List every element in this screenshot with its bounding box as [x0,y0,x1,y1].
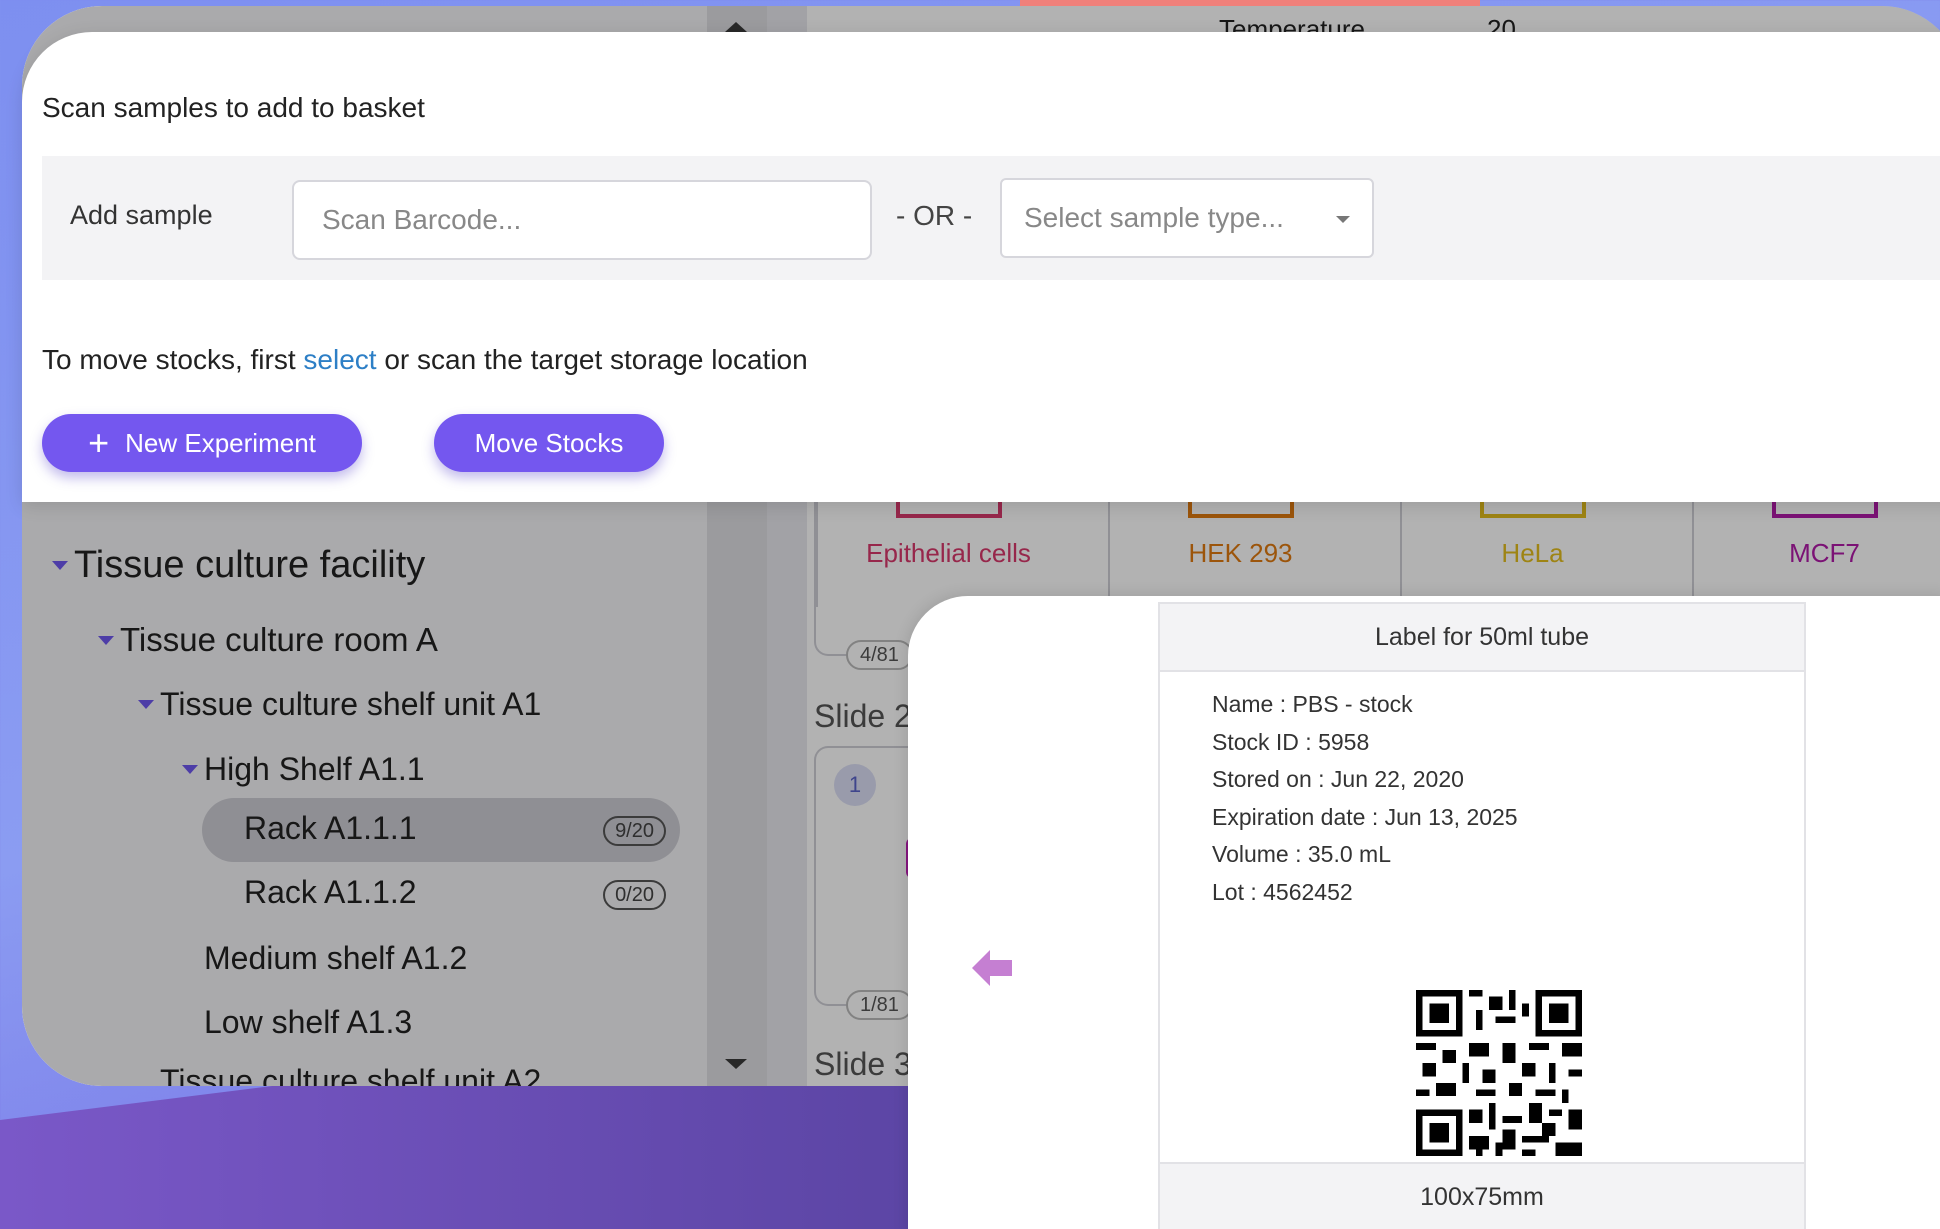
label-card: Label for 50ml tube Name : PBS - stock S… [1158,602,1806,1229]
plus-icon: + [88,422,110,463]
button-label: Move Stocks [474,427,624,458]
label-field-expiration: Expiration date : Jun 13, 2025 [1212,803,1518,830]
label-field-name: Name : PBS - stock [1212,691,1413,717]
label-preview-panel: Label for 50ml tube Name : PBS - stock S… [908,596,1940,1229]
button-label: New Experiment [125,427,316,458]
label-field-lot: Lot : 4562452 [1212,878,1353,905]
move-stocks-button[interactable]: Move Stocks [434,414,664,472]
scan-heading: Scan samples to add to basket [42,92,425,123]
add-sample-row: Add sample - OR - Select sample type... [42,156,1940,280]
label-field-volume: Volume : 35.0 mL [1212,841,1391,868]
instruction-text: or scan the target storage location [376,344,808,375]
new-experiment-button[interactable]: + New Experiment [42,414,362,472]
or-separator: - OR - [896,200,973,231]
label-field-stored-on: Stored on : Jun 22, 2020 [1212,766,1464,793]
label-fields: Name : PBS - stock Stock ID : 5958 Store… [1212,686,1518,912]
chevron-down-icon [1336,216,1350,223]
arrow-left-icon[interactable] [968,944,1016,992]
barcode-input[interactable] [292,180,872,260]
label-field-stock-id: Stock ID : 5958 [1212,728,1370,755]
sample-type-placeholder: Select sample type... [1024,202,1284,233]
instruction-text: To move stocks, first [42,344,304,375]
move-stocks-instruction: To move stocks, first select or scan the… [42,344,808,376]
label-title: Label for 50ml tube [1160,604,1804,672]
scan-panel: Scan samples to add to basket Add sample… [22,32,1940,502]
qr-code-icon [1416,990,1582,1156]
select-location-link[interactable]: select [303,344,376,375]
sample-type-select[interactable]: Select sample type... [1000,178,1374,258]
label-size: 100x75mm [1160,1162,1804,1229]
add-sample-label: Add sample [70,200,213,230]
